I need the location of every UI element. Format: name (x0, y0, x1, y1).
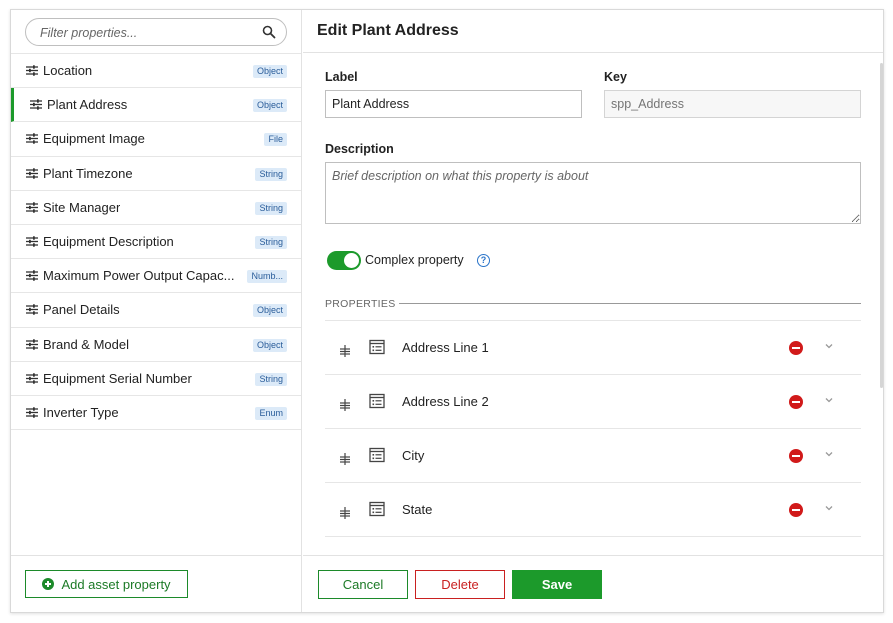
sliders-icon (26, 338, 38, 350)
table-field-icon (369, 447, 385, 463)
type-badge: Enum (255, 406, 287, 420)
filter-input[interactable] (40, 24, 250, 41)
type-badge: File (264, 133, 287, 147)
sub-property-row: City (325, 429, 861, 483)
sidebar-item[interactable]: Site Manager String (11, 191, 301, 225)
sliders-icon (26, 167, 38, 179)
left-footer: Add asset property (11, 555, 301, 612)
chevron-down-icon[interactable] (823, 448, 835, 460)
sub-property-label: Address Line 1 (402, 340, 489, 355)
sidebar-item-label: Location (43, 63, 93, 79)
sliders-icon (26, 373, 38, 384)
sidebar-item-label: Equipment Serial Number (43, 370, 192, 386)
sub-property-row: Address Line 2 (325, 375, 861, 429)
properties-section-title: PROPERTIES (325, 298, 396, 310)
scrollbar[interactable] (880, 63, 883, 388)
sliders-icon (26, 407, 38, 418)
table-field-icon (369, 393, 385, 409)
property-list: Location Object Plant Address Object Equipme… (11, 53, 301, 431)
question-circle-icon[interactable]: ? (477, 254, 490, 267)
sub-property-row: Address Line 1 (325, 321, 861, 375)
edit-footer: Cancel Delete Save (303, 555, 883, 612)
table-field-icon (369, 501, 385, 517)
sliders-icon (26, 65, 38, 76)
save-button[interactable]: Save (512, 570, 602, 599)
sidebar-item-label: Equipment Image (43, 131, 145, 147)
minus-circle-icon[interactable] (789, 395, 803, 409)
label-input[interactable] (325, 90, 582, 118)
sidebar-item-label: Plant Address (47, 97, 128, 113)
drag-handle-icon[interactable] (339, 399, 351, 411)
description-caption: Description (325, 142, 394, 156)
sliders-icon (26, 236, 38, 247)
cancel-button[interactable]: Cancel (318, 570, 408, 599)
type-badge: Object (252, 304, 287, 318)
table-field-icon (369, 339, 385, 355)
sidebar-item[interactable]: Brand & Model Object (11, 328, 301, 362)
sidebar-item[interactable]: Equipment Serial Number String (11, 362, 301, 396)
sidebar-item-label: Equipment Description (43, 234, 174, 250)
complex-property-toggle[interactable] (327, 251, 361, 270)
page-title: Edit Plant Address (317, 22, 459, 39)
sidebar-item-label: Brand & Model (43, 336, 129, 352)
type-badge: Object (252, 65, 287, 78)
type-badge: Object (252, 338, 287, 352)
minus-circle-icon[interactable] (789, 341, 803, 355)
add-asset-property-label: Add asset property (61, 576, 171, 592)
sub-property-row: State (325, 483, 861, 537)
chevron-down-icon[interactable] (823, 394, 835, 406)
sidebar-item[interactable]: Inverter Type Enum (11, 396, 301, 431)
drag-handle-icon[interactable] (339, 507, 351, 519)
sidebar-item-label: Site Manager (43, 199, 121, 215)
description-textarea[interactable] (325, 162, 861, 224)
sidebar-item-label: Plant Timezone (43, 165, 133, 181)
app-window: Location Object Plant Address Object Equipme… (10, 9, 884, 613)
sidebar-item[interactable]: Equipment Description String (11, 225, 301, 260)
sidebar-item-label: Panel Details (43, 302, 120, 318)
minus-circle-icon[interactable] (789, 503, 803, 517)
plus-circle-icon (42, 578, 55, 590)
complex-property-label: Complex property (365, 253, 464, 267)
sub-property-label: State (402, 502, 433, 517)
type-badge: String (255, 167, 287, 181)
drag-handle-icon[interactable] (339, 453, 351, 465)
key-caption: Key (604, 70, 627, 84)
sidebar-item[interactable]: Plant Address Object (11, 88, 301, 123)
sliders-icon (26, 270, 38, 281)
sidebar-item[interactable]: Maximum Power Output Capac... Numb... (11, 259, 301, 294)
delete-button[interactable]: Delete (415, 570, 505, 599)
edit-panel: Edit Plant Address Label Key Description… (303, 10, 883, 612)
type-badge: Object (252, 99, 287, 113)
sliders-icon (26, 133, 38, 145)
edit-header: Edit Plant Address (303, 10, 883, 53)
section-divider (399, 303, 861, 304)
sidebar-item[interactable]: Equipment Image File (11, 122, 301, 157)
sliders-icon (26, 202, 38, 213)
search-icon[interactable] (262, 25, 276, 39)
sub-property-label: Address Line 2 (402, 394, 489, 409)
sidebar-item[interactable]: Plant Timezone String (11, 157, 301, 191)
sidebar-item[interactable]: Panel Details Object (11, 293, 301, 328)
label-caption: Label (325, 70, 358, 84)
filter-box[interactable] (25, 18, 287, 46)
type-badge: String (255, 235, 287, 249)
drag-handle-icon[interactable] (339, 345, 351, 357)
toggle-knob (344, 253, 359, 268)
sub-property-label: City (402, 448, 425, 463)
key-input[interactable] (604, 90, 861, 118)
sliders-icon (30, 99, 42, 110)
type-badge: Numb... (247, 270, 287, 284)
chevron-down-icon[interactable] (823, 340, 835, 352)
sidebar-item-label: Inverter Type (43, 404, 119, 420)
property-list-panel: Location Object Plant Address Object Equipme… (11, 10, 302, 612)
type-badge: String (255, 201, 287, 215)
chevron-down-icon[interactable] (823, 502, 835, 514)
sub-properties-list: Address Line 1 Address Line 2 City State (325, 320, 861, 537)
minus-circle-icon[interactable] (789, 449, 803, 463)
add-asset-property-button[interactable]: Add asset property (25, 570, 188, 598)
sidebar-item-label: Maximum Power Output Capac... (43, 268, 235, 284)
sliders-icon (26, 304, 38, 316)
type-badge: String (255, 372, 287, 386)
sidebar-item[interactable]: Location Object (11, 54, 301, 89)
